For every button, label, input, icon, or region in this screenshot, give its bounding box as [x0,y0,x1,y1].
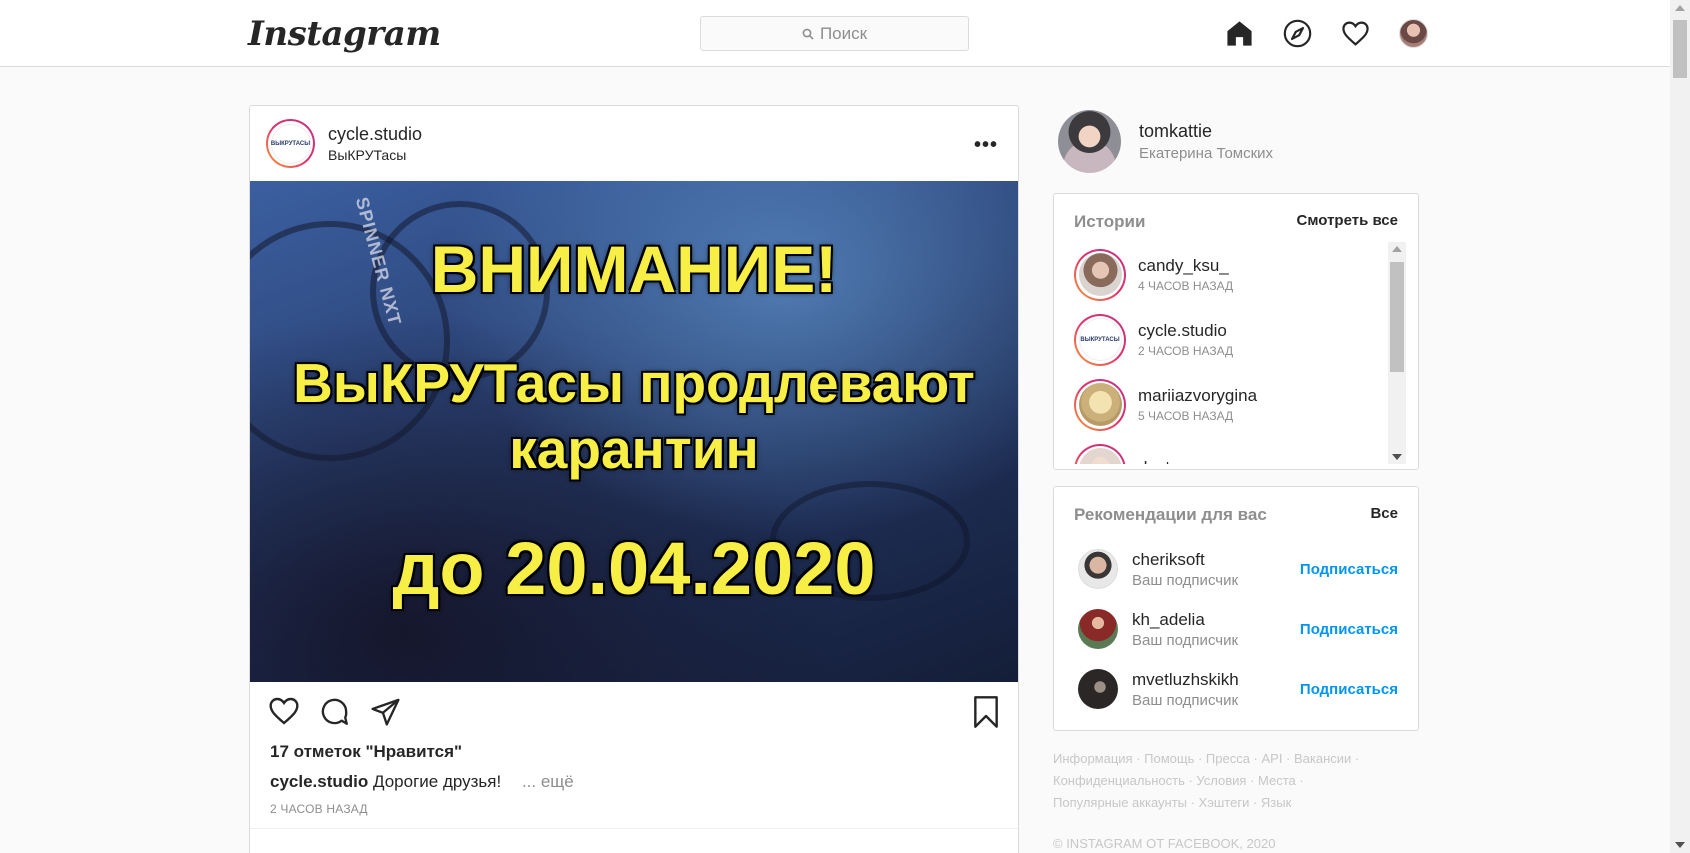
share-send-icon[interactable] [370,696,401,732]
post-divider [250,828,1018,829]
story-username: mariiazvorygina [1138,386,1258,405]
avatar [1078,253,1122,296]
avatar [1078,448,1122,464]
list-item: kh_adelia Ваш подписчик Подписаться [1078,599,1398,659]
feed-post: ВЫКРУТАСЫ cycle.studio ВыКРУТасы ••• SPI… [249,105,1019,853]
stories-panel: Истории Смотреть все candy_ksu_ 4 ЧАСОВ … [1053,193,1419,470]
avatar-logo-text: ВЫКРУТАСЫ [270,123,311,164]
avatar[interactable] [1078,609,1118,649]
scrollbar-thumb[interactable] [1390,262,1404,372]
story-time: 2 ЧАСОВ НАЗАД [1138,344,1234,358]
recommendations-list: cheriksoft Ваш подписчик Подписаться kh_… [1078,539,1398,719]
caption-more-link[interactable]: ... ещё [522,772,574,791]
story-time: 5 ЧАСОВ НАЗАД [1138,409,1234,423]
avatar[interactable] [1078,669,1118,709]
story-username: candy_ksu_ [1138,256,1229,275]
poster-line-quarantine: карантин [509,418,759,480]
profile-avatar-button[interactable] [1398,18,1429,49]
post-username[interactable]: cycle.studio [328,124,422,145]
rec-subtitle: Ваш подписчик [1132,691,1239,709]
poster-line-attention: ВНИМАНИЕ! [430,232,838,306]
save-bookmark-icon[interactable] [972,696,1000,733]
avatar[interactable] [1058,110,1121,173]
current-user-profile: tomkattie Екатерина Томских [1058,110,1273,173]
top-navigation-bar: Instagram Поиск [0,0,1670,67]
comment-icon[interactable] [319,696,350,732]
scrollbar-thumb[interactable] [1673,20,1687,78]
follow-button[interactable]: Подписаться [1300,621,1398,638]
post-author-avatar[interactable]: ВЫКРУТАСЫ [266,119,315,168]
list-item: cheriksoft Ваш подписчик Подписаться [1078,539,1398,599]
avatar: ВЫКРУТАСЫ [1078,318,1122,361]
search-input[interactable]: Поиск [700,16,969,51]
follow-button[interactable]: Подписаться [1300,681,1398,698]
post-timestamp[interactable]: 2 ЧАСОВ НАЗАД [250,802,1018,816]
instagram-logo[interactable]: Instagram [248,14,441,54]
footer-links-line[interactable]: Популярные аккаунты · Хэштеги · Язык [1053,792,1393,814]
stories-title: Истории [1074,212,1146,231]
poster-line-extend: ВыКРУТасы продлевают [293,352,975,414]
stories-see-all-link[interactable]: Смотреть все [1297,212,1398,232]
profile-username[interactable]: tomkattie [1139,121,1273,142]
post-actions [250,682,1018,742]
stories-list[interactable]: candy_ksu_ 4 ЧАСОВ НАЗАД ВЫКРУТАСЫ cycle… [1074,242,1390,464]
scroll-down-arrow-icon[interactable] [1392,454,1402,460]
story-time: 4 ЧАСОВ НАЗАД [1138,279,1234,293]
avatar [1399,19,1428,48]
search-placeholder: Поиск [819,23,868,43]
story-username: cycle.studio [1138,321,1227,340]
profile-full-name: Екатерина Томских [1139,145,1274,162]
rec-subtitle: Ваш подписчик [1132,571,1239,589]
search-icon [802,28,814,40]
like-heart-icon[interactable] [268,696,300,731]
rec-username[interactable]: mvetluzhskikh [1132,670,1300,690]
caption-username[interactable]: cycle.studio [270,772,368,791]
avatar[interactable] [1078,549,1118,589]
recommendations-panel: Рекомендации для вас Все cheriksoft Ваш … [1053,486,1419,731]
caption-text: Дорогие друзья! [373,772,502,791]
story-item[interactable]: candy_ksu_ 4 ЧАСОВ НАЗАД [1074,242,1390,307]
story-item[interactable]: doctor_annamama [1074,437,1390,464]
more-options-icon[interactable]: ••• [974,134,998,157]
rec-subtitle: Ваш подписчик [1132,631,1239,649]
post-location[interactable]: ВыКРУТасы [328,147,422,163]
post-header: ВЫКРУТАСЫ cycle.studio ВыКРУТасы ••• [250,106,1018,181]
post-caption: cycle.studio Дорогие друзья! ... ещё [250,772,1018,792]
explore-compass-icon[interactable] [1282,18,1313,49]
recommendations-title: Рекомендации для вас [1074,505,1267,524]
poster-line-date: до 20.04.2020 [392,527,876,610]
scroll-up-arrow-icon[interactable] [1392,246,1402,252]
activity-heart-icon[interactable] [1340,18,1371,49]
page-scrollbar[interactable] [1670,0,1690,853]
rec-username[interactable]: kh_adelia [1132,610,1300,630]
likes-count[interactable]: 17 отметок "Нравится" [250,742,1018,762]
stories-scrollbar[interactable] [1388,242,1406,464]
story-item[interactable]: mariiazvorygina 5 ЧАСОВ НАЗАД [1074,372,1390,437]
post-image[interactable]: SPINNER NXT ВНИМАНИЕ! ВыКРУТасы продлева… [250,181,1018,682]
home-icon[interactable] [1224,18,1255,49]
rec-username[interactable]: cheriksoft [1132,550,1300,570]
list-item: mvetluzhskikh Ваш подписчик Подписаться [1078,659,1398,719]
recommendations-all-link[interactable]: Все [1370,505,1398,525]
footer-links-line[interactable]: Информация · Помощь · Пресса · API · Вак… [1053,748,1393,770]
avatar [1078,383,1122,426]
story-username: doctor_annamama [1138,458,1280,464]
story-item[interactable]: ВЫКРУТАСЫ cycle.studio 2 ЧАСОВ НАЗАД [1074,307,1390,372]
copyright: © INSTAGRAM ОТ FACEBOOK, 2020 [1053,836,1276,851]
footer-links: Информация · Помощь · Пресса · API · Вак… [1053,748,1393,814]
follow-button[interactable]: Подписаться [1300,561,1398,578]
scroll-up-arrow-icon[interactable] [1675,5,1685,11]
footer-links-line[interactable]: Конфиденциальность · Условия · Места · [1053,770,1393,792]
scroll-down-arrow-icon[interactable] [1675,842,1685,848]
